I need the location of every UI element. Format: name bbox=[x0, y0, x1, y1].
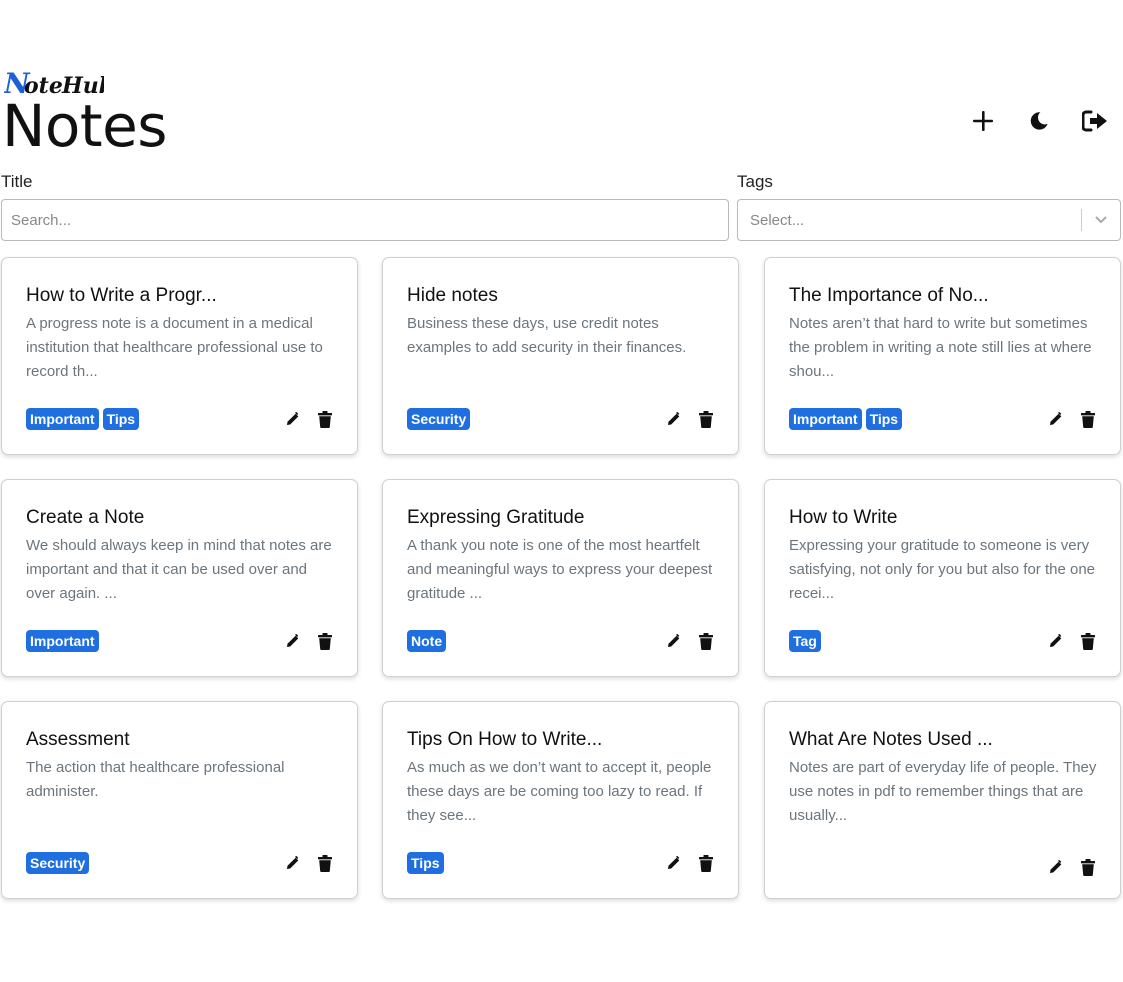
note-tags: Security bbox=[26, 852, 90, 874]
note-actions bbox=[666, 854, 714, 872]
tags-select[interactable]: Select... bbox=[737, 199, 1121, 241]
tag-badge[interactable]: Note bbox=[407, 630, 447, 652]
tag-badge[interactable]: Important bbox=[26, 630, 99, 652]
note-body: A progress note is a document in a medic… bbox=[26, 315, 323, 380]
logout-icon bbox=[1082, 110, 1107, 132]
pencil-icon[interactable] bbox=[666, 854, 682, 872]
note-card[interactable]: Expressing Gratitude A thank you note is … bbox=[382, 479, 739, 677]
note-title: The Importance of No... bbox=[789, 285, 989, 306]
pencil-icon[interactable] bbox=[666, 632, 682, 650]
note-body: The action that healthcare professional … bbox=[26, 759, 285, 800]
trash-icon[interactable] bbox=[1080, 632, 1096, 650]
note-card[interactable]: Tips On How to Write... As much as we don… bbox=[382, 701, 739, 899]
note-actions bbox=[285, 632, 333, 650]
note-actions bbox=[285, 854, 333, 872]
page-title: Notes bbox=[2, 92, 168, 160]
pencil-icon[interactable] bbox=[285, 854, 301, 872]
tag-badge[interactable]: Tips bbox=[407, 852, 444, 874]
note-title: Tips On How to Write... bbox=[407, 729, 603, 750]
note-title: Assessment bbox=[26, 729, 130, 750]
pencil-icon[interactable] bbox=[285, 410, 301, 428]
header-actions bbox=[967, 104, 1111, 138]
trash-icon[interactable] bbox=[1080, 858, 1096, 876]
note-body: Notes aren’t that hard to write but some… bbox=[789, 315, 1092, 380]
note-body: Expressing your gratitude to someone is … bbox=[789, 537, 1096, 602]
trash-icon[interactable] bbox=[317, 410, 333, 428]
trash-icon[interactable] bbox=[698, 854, 714, 872]
pencil-icon[interactable] bbox=[1048, 632, 1064, 650]
note-card[interactable]: Hide notes Business these days, use credi… bbox=[382, 257, 739, 455]
note-tags: Important bbox=[26, 630, 99, 652]
tag-badge[interactable]: Tips bbox=[102, 408, 140, 430]
note-tags: Important Tips bbox=[789, 408, 903, 430]
tag-badge[interactable]: Tag bbox=[789, 630, 821, 652]
trash-icon[interactable] bbox=[1080, 410, 1096, 428]
note-actions bbox=[1048, 858, 1096, 876]
note-card[interactable]: How to Write Expressing your gratitude to… bbox=[764, 479, 1121, 677]
trash-icon[interactable] bbox=[698, 410, 714, 428]
note-body: Business these days, use credit notes ex… bbox=[407, 315, 687, 356]
plus-icon bbox=[973, 111, 993, 131]
search-input[interactable] bbox=[1, 199, 729, 241]
logout-button[interactable] bbox=[1079, 104, 1111, 138]
pencil-icon[interactable] bbox=[1048, 410, 1064, 428]
tag-badge[interactable]: Security bbox=[407, 408, 471, 430]
tag-badge[interactable]: Important bbox=[789, 408, 862, 430]
pencil-icon[interactable] bbox=[1048, 858, 1064, 876]
note-tags: Security bbox=[407, 408, 471, 430]
note-title: Create a Note bbox=[26, 507, 145, 528]
note-actions bbox=[1048, 410, 1096, 428]
pencil-icon[interactable] bbox=[666, 410, 682, 428]
note-card[interactable]: Create a Note We should always keep in mi… bbox=[1, 479, 358, 677]
trash-icon[interactable] bbox=[698, 632, 714, 650]
note-card[interactable]: How to Write a Progr... A progress note i… bbox=[1, 257, 358, 455]
note-card[interactable]: The Importance of No... Notes aren’t that… bbox=[764, 257, 1121, 455]
add-note-button[interactable] bbox=[967, 104, 999, 138]
note-tags: Tag bbox=[789, 630, 821, 652]
note-tags: Note bbox=[407, 630, 447, 652]
note-title: How to Write a Progr... bbox=[26, 285, 217, 306]
note-card[interactable]: What Are Notes Used ... Notes are part of… bbox=[764, 701, 1121, 899]
note-body: As much as we don’t want to accept it, p… bbox=[407, 759, 712, 824]
title-filter-label: Title bbox=[1, 172, 33, 191]
trash-icon[interactable] bbox=[317, 632, 333, 650]
tags-select-placeholder: Select... bbox=[750, 211, 805, 229]
note-actions bbox=[285, 410, 333, 428]
pencil-icon[interactable] bbox=[285, 632, 301, 650]
tags-filter-label: Tags bbox=[737, 172, 773, 191]
note-tags: Tips bbox=[407, 852, 444, 874]
note-title: Expressing Gratitude bbox=[407, 507, 585, 528]
chevron-down-icon[interactable] bbox=[1082, 215, 1120, 225]
note-title: Hide notes bbox=[407, 285, 498, 306]
moon-icon bbox=[1030, 112, 1048, 130]
note-title: What Are Notes Used ... bbox=[789, 729, 993, 750]
note-actions bbox=[666, 410, 714, 428]
note-actions bbox=[666, 632, 714, 650]
note-body: A thank you note is one of the most hear… bbox=[407, 537, 713, 602]
tag-badge[interactable]: Tips bbox=[865, 408, 903, 430]
tag-badge[interactable]: Security bbox=[26, 852, 90, 874]
note-tags: Important Tips bbox=[26, 408, 140, 430]
tag-badge[interactable]: Important bbox=[26, 408, 99, 430]
dark-mode-toggle[interactable] bbox=[1023, 104, 1055, 138]
note-body: Notes are part of everyday life of peopl… bbox=[789, 759, 1097, 824]
note-actions bbox=[1048, 632, 1096, 650]
trash-icon[interactable] bbox=[317, 854, 333, 872]
note-card[interactable]: Assessment The action that healthcare pro… bbox=[1, 701, 358, 899]
note-body: We should always keep in mind that notes… bbox=[26, 537, 332, 602]
note-title: How to Write bbox=[789, 507, 898, 528]
